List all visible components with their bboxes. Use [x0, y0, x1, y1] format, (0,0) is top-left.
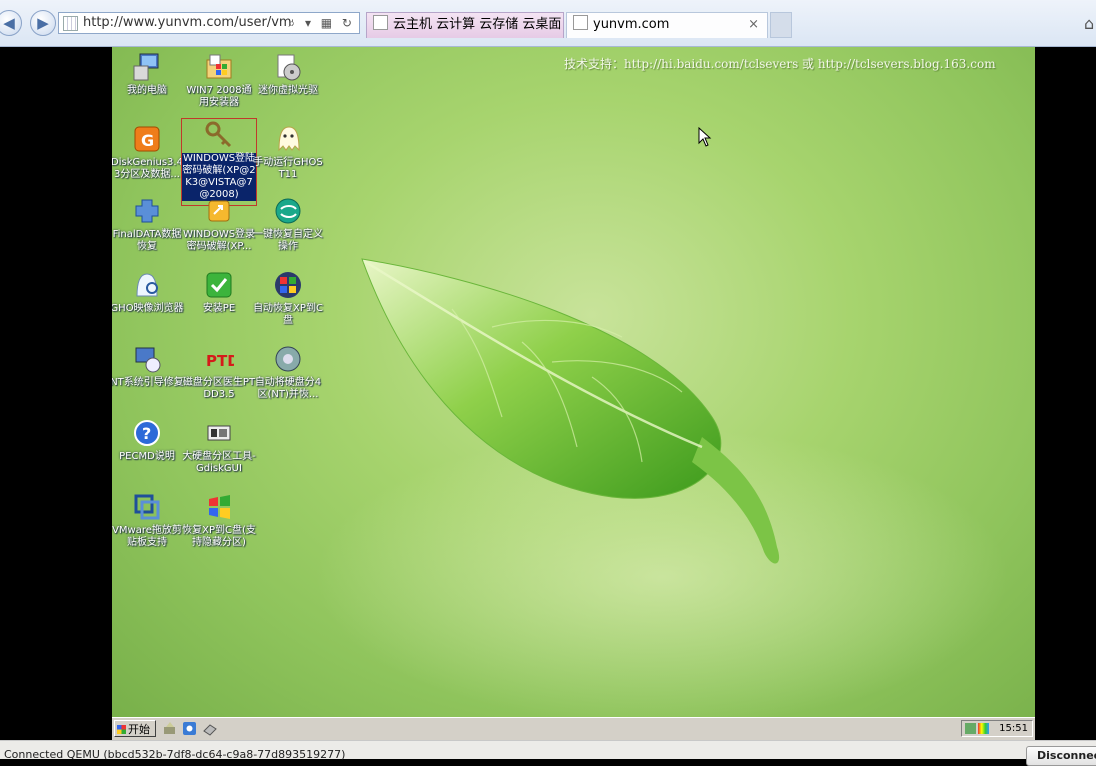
quicklaunch-disk-icon[interactable] [202, 721, 217, 736]
tab-yunvm[interactable]: yunvm.com × [566, 12, 768, 38]
close-tab-icon[interactable]: × [748, 13, 759, 37]
finaldata-icon [131, 195, 163, 227]
boot-repair-icon [131, 343, 163, 375]
connection-status-text: Connected QEMU (bbcd532b-7df8-dc64-c9a8-… [4, 748, 346, 761]
diskgenius-icon: G [131, 123, 163, 155]
desktop-icon-ptdd[interactable]: PTD 磁盘分区医生PTDD3.5 [182, 343, 256, 401]
desktop-icon-win7-installer[interactable]: WIN7 2008通用安装器 [182, 51, 256, 109]
desktop-icon-auto-partition[interactable]: 自动将硬盘分4区(NT)并恢... [251, 343, 325, 401]
start-label: 开始 [128, 723, 150, 736]
desktop-icon-nt-boot-repair[interactable]: NT系统引导修复 [112, 343, 184, 389]
forward-arrow-icon: ▶ [37, 14, 49, 32]
tab-label: yunvm.com [593, 17, 670, 32]
start-button[interactable]: 开始 [114, 720, 156, 737]
desktop-icon-windows-password-crack[interactable]: WINDOWS登陆密码破解(XP@2K3@VISTA@7@2008) [181, 118, 257, 206]
installer-icon [203, 51, 235, 83]
desktop-icon-gho-viewer[interactable]: GHO映像浏览器 [112, 269, 184, 315]
desktop-icon-auto-restore-xp[interactable]: 自动恢复XP到C盘 [251, 269, 325, 327]
desktop-icon-finaldata[interactable]: FinalDATA数据恢复 [112, 195, 184, 253]
new-tab-button[interactable] [770, 12, 792, 38]
desktop-icon-run-ghost[interactable]: 手动运行GHOST11 [251, 123, 325, 181]
tab-cloud-host[interactable]: 云主机 云计算 云存储 云桌面 ... [366, 12, 564, 38]
windows-logo-icon [117, 725, 126, 734]
address-tools[interactable]: ⌕ ▾ ▦ ↻ [288, 13, 355, 33]
disconnect-button[interactable]: Disconnect [1026, 746, 1096, 766]
gho-viewer-icon [131, 269, 163, 301]
password-icon [203, 195, 235, 227]
support-text: 技术支持：http://hi.baidu.com/tclsevers 或 htt… [564, 57, 996, 71]
forward-button[interactable]: ▶ [30, 10, 56, 36]
clock[interactable]: 15:51 [999, 721, 1028, 736]
gdisk-icon [203, 417, 235, 449]
address-url[interactable]: http://www.yunvm.com/user/vms/co [83, 13, 293, 33]
vm-console[interactable]: 技术支持：http://hi.baidu.com/tclsevers 或 htt… [0, 47, 1096, 740]
tray-network-icon[interactable] [965, 723, 976, 734]
desktop-icon-pecmd-help[interactable]: ? PECMD说明 [112, 417, 184, 463]
desktop-icon-gdiskgui[interactable]: 大硬盘分区工具-GdiskGUI [182, 417, 256, 475]
mouse-cursor-icon [698, 127, 712, 147]
hdd-partition-icon [272, 343, 304, 375]
tab-favicon-icon [573, 15, 588, 30]
address-bar[interactable]: http://www.yunvm.com/user/vms/co ⌕ ▾ ▦ ↻ [58, 12, 360, 34]
browser-toolbar: ◀ ▶ http://www.yunvm.com/user/vms/co ⌕ ▾… [0, 0, 1096, 47]
desktop-icon-my-computer[interactable]: 我的电脑 [112, 51, 184, 97]
desktop-icon-install-pe[interactable]: 安装PE [182, 269, 256, 315]
restore-icon [272, 195, 304, 227]
system-tray: 15:51 [961, 720, 1033, 737]
tab-label: 云主机 云计算 云存储 云桌面 ... [393, 17, 564, 32]
checkmark-icon [203, 269, 235, 301]
connection-status-bar: Connected QEMU (bbcd532b-7df8-dc64-c9a8-… [0, 740, 1096, 766]
tray-display-icon[interactable] [978, 723, 989, 734]
key-icon [203, 119, 235, 151]
desktop-icon-vmware-clipboard[interactable]: VMware拖放剪贴板支持 [112, 491, 184, 549]
desktop-icon-restore-xp-hidden[interactable]: 恢复XP到C盘(支持隐藏分区) [182, 491, 256, 549]
back-arrow-icon: ◀ [3, 14, 15, 32]
svg-text:PTD: PTD [206, 352, 234, 370]
desktop-icon-one-key-restore[interactable]: 一键恢复自定义操作 [251, 195, 325, 253]
quicklaunch-explorer-icon[interactable] [182, 721, 197, 736]
quicklaunch-tool-icon[interactable] [162, 721, 177, 736]
remote-taskbar: 开始 15:51 [112, 717, 1035, 740]
desktop-icon-windows-login-crack[interactable]: WINDOWS登录密码破解(XP... [182, 195, 256, 253]
tab-favicon-icon [373, 15, 388, 30]
back-button[interactable]: ◀ [0, 10, 22, 36]
svg-text:G: G [141, 131, 154, 150]
desktop-icon-diskgenius[interactable]: G DiskGenius3.43分区及数据... [112, 123, 184, 181]
windows-xp-icon [203, 491, 235, 523]
help-icon: ? [131, 417, 163, 449]
ptdd-icon: PTD [203, 343, 235, 375]
home-icon[interactable]: ⌂ [1084, 14, 1094, 33]
desktop-icon-mini-virtual-drive[interactable]: 迷你虚拟光驱 [251, 51, 325, 97]
virtual-drive-icon [272, 51, 304, 83]
vmware-icon [131, 491, 163, 523]
windows-xp-icon [272, 269, 304, 301]
page-icon [63, 16, 78, 31]
leaf-wallpaper-icon [361, 258, 780, 564]
svg-text:?: ? [142, 424, 151, 443]
ghost-icon [272, 123, 304, 155]
remote-desktop[interactable]: 技术支持：http://hi.baidu.com/tclsevers 或 htt… [112, 47, 1035, 717]
computer-icon [131, 51, 163, 83]
